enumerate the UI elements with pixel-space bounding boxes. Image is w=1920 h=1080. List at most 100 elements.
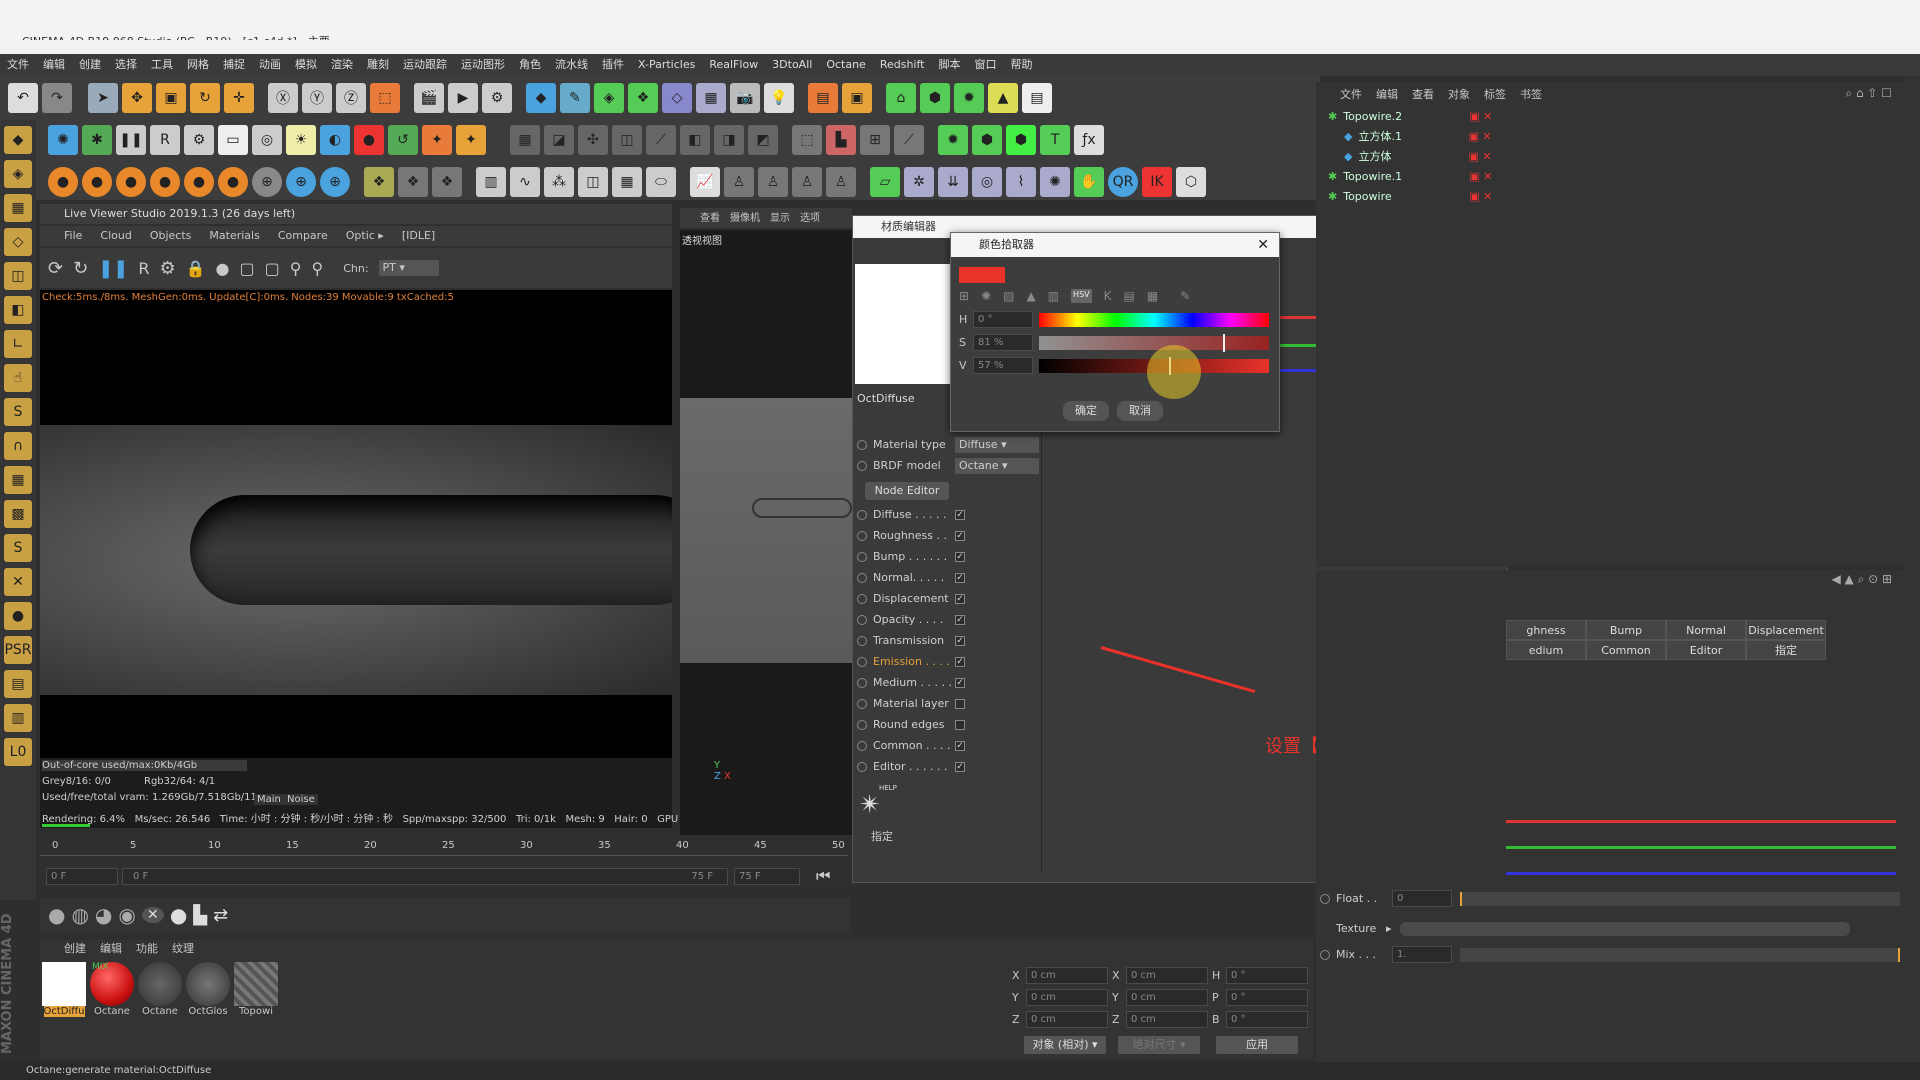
hex-icon[interactable]: ⬡ (1176, 167, 1206, 197)
ruler-icon[interactable]: ▤ (4, 670, 32, 698)
gem3-icon[interactable]: ⬢ (1006, 125, 1036, 155)
goto-start-icon[interactable]: ⏮ (816, 866, 830, 886)
sphere2-icon[interactable]: ● (82, 167, 112, 197)
grid2-icon[interactable]: ▦ (612, 167, 642, 197)
lv-menu-item[interactable]: Materials (209, 229, 259, 242)
record-icon[interactable]: ● (354, 125, 384, 155)
pause-icon[interactable]: ❚❚ (116, 125, 146, 155)
coord-system-icon[interactable]: ⬚ (370, 83, 400, 113)
texture-arrow-icon[interactable]: ▸ (1386, 922, 1400, 935)
object-flags-icon[interactable]: ▣ ✕ (1469, 110, 1492, 123)
points-mode-icon[interactable]: ◇ (4, 228, 32, 256)
undo-icon[interactable]: ↶ (8, 83, 38, 113)
gem-icon[interactable]: ⬢ (920, 83, 950, 113)
channel-checkbox[interactable]: ✓ (955, 551, 965, 562)
gem2-icon[interactable]: ⬢ (972, 125, 1002, 155)
s-handle[interactable] (1223, 334, 1225, 352)
help-icon[interactable]: ✴ (859, 790, 881, 820)
sel-icon[interactable]: ⬚ (792, 125, 822, 155)
channel-row[interactable]: Diffuse . . . . . ✓ (857, 504, 965, 525)
menu-item[interactable]: 选择 (108, 54, 144, 76)
pin2-icon[interactable]: ⚲ (311, 259, 323, 278)
mixer-mode-icon[interactable]: ▤ (1124, 289, 1135, 303)
channel-row[interactable]: Opacity . . . . ✓ (857, 609, 965, 630)
grid-icon[interactable]: ▦ (510, 125, 540, 155)
move-icon[interactable]: ✥ (122, 83, 152, 113)
attr-tab[interactable]: ghness (1506, 620, 1586, 640)
lv-menu-item[interactable]: Compare (278, 229, 328, 242)
white-rect-icon[interactable]: ▭ (218, 125, 248, 155)
floor-icon[interactable]: ▦ (696, 83, 726, 113)
region-icon[interactable]: R (138, 259, 149, 278)
workplane2-icon[interactable]: ▦ (4, 466, 32, 494)
lock-grid-icon[interactable]: ▩ (4, 500, 32, 528)
channel-row[interactable]: Roughness . . ✓ (857, 525, 965, 546)
lv-menu-item[interactable]: Objects (150, 229, 192, 242)
hand-icon[interactable]: ✋ (1074, 167, 1104, 197)
coord-field[interactable]: 0 cm (1026, 966, 1108, 984)
menu-item[interactable]: 创建 (72, 54, 108, 76)
cube4-icon[interactable]: ◩ (748, 125, 778, 155)
pause-blue-icon[interactable]: ❚❚ (98, 258, 128, 279)
eyedropper-icon[interactable]: ✎ (1180, 289, 1190, 303)
objmgr-menu-item[interactable]: 查看 (1412, 88, 1434, 101)
coord-field[interactable]: 0 cm (1026, 1010, 1108, 1028)
object-row[interactable]: ✱ Topowire ▣ ✕ (1316, 186, 1904, 206)
array4-icon[interactable]: ❖ (432, 167, 462, 197)
frame2-icon[interactable]: ▢ (265, 259, 280, 278)
v-field[interactable]: 57 % (973, 357, 1033, 374)
spark2-icon[interactable]: ✦ (456, 125, 486, 155)
channel-checkbox[interactable] (955, 719, 965, 730)
wheel-mode-icon[interactable]: ⊞ (959, 289, 969, 303)
chn-select[interactable]: PT ▾ (378, 260, 439, 276)
menu-item[interactable]: 雕刻 (360, 54, 396, 76)
sphere3-icon[interactable]: ● (116, 167, 146, 197)
knife-icon[interactable]: ⟋ (894, 125, 924, 155)
objmgr-menu-item[interactable]: 文件 (1340, 88, 1362, 101)
tweak-icon[interactable]: ☝ (4, 364, 32, 392)
cube3-icon[interactable]: ◨ (714, 125, 744, 155)
render-view-icon[interactable]: 🎬 (414, 83, 444, 113)
cancel-button[interactable]: 取消 (1117, 401, 1163, 421)
timeline-range[interactable]: 0 F 75 F (122, 868, 728, 885)
s-slider[interactable] (1039, 336, 1269, 350)
channel-checkbox[interactable]: ✓ (955, 677, 965, 688)
s-field[interactable]: 81 % (973, 334, 1033, 351)
sphere6-icon[interactable]: ● (218, 167, 248, 197)
brdf-select[interactable]: Octane ▾ (955, 457, 1039, 474)
menu-item[interactable]: Redshift (873, 54, 932, 76)
array3-icon[interactable]: ❖ (398, 167, 428, 197)
rotate-icon[interactable]: ↻ (190, 83, 220, 113)
qr-icon[interactable]: QR (1108, 167, 1138, 197)
attr-tab[interactable]: Normal (1666, 620, 1746, 640)
objmgr-menu-item[interactable]: 标签 (1484, 88, 1506, 101)
menu-item[interactable]: 窗口 (967, 54, 1003, 76)
channel-checkbox[interactable]: ✓ (955, 614, 965, 625)
menu-item[interactable]: 脚本 (931, 54, 967, 76)
live-viewer-render[interactable]: Check:5ms./8ms. MeshGen:0ms. Update[C]:0… (40, 290, 672, 765)
ok-button[interactable]: 确定 (1063, 401, 1109, 421)
menu-item[interactable]: 插件 (595, 54, 631, 76)
object-row[interactable]: ◆ 立方体.1 ▣ ✕ (1316, 126, 1904, 146)
globe-icon[interactable]: ⊕ (252, 167, 282, 197)
channel-row[interactable]: Normal. . . . . ✓ (857, 567, 965, 588)
material-menu-item[interactable]: 创建 (64, 942, 86, 955)
blade-icon[interactable]: ⟋ (646, 125, 676, 155)
menu-item[interactable]: 渲染 (324, 54, 360, 76)
channel-row[interactable]: Editor . . . . . . ✓ (857, 756, 965, 777)
h-slider[interactable] (1039, 313, 1269, 327)
tab-noise[interactable]: Noise (284, 794, 318, 805)
coord-mode-select[interactable]: 对象 (相对) ▾ (1024, 1036, 1106, 1054)
channel-row[interactable]: Transmission ✓ (857, 630, 965, 651)
globe2-icon[interactable]: ⊕ (286, 167, 316, 197)
xpresso-icon[interactable]: ✕ (4, 568, 32, 596)
cubes-icon[interactable]: ◫ (578, 167, 608, 197)
channel-checkbox[interactable]: ✓ (955, 593, 965, 604)
menu-item[interactable]: RealFlow (702, 54, 765, 76)
octane-logo-icon[interactable]: ✱ (82, 125, 112, 155)
polygons-mode-icon[interactable]: ◧ (4, 296, 32, 324)
r-icon[interactable]: R (150, 125, 180, 155)
material-thumb[interactable]: Topowi (234, 962, 278, 1017)
material-type-select[interactable]: Diffuse ▾ (955, 436, 1039, 453)
psr-icon[interactable]: PSR (4, 636, 32, 664)
